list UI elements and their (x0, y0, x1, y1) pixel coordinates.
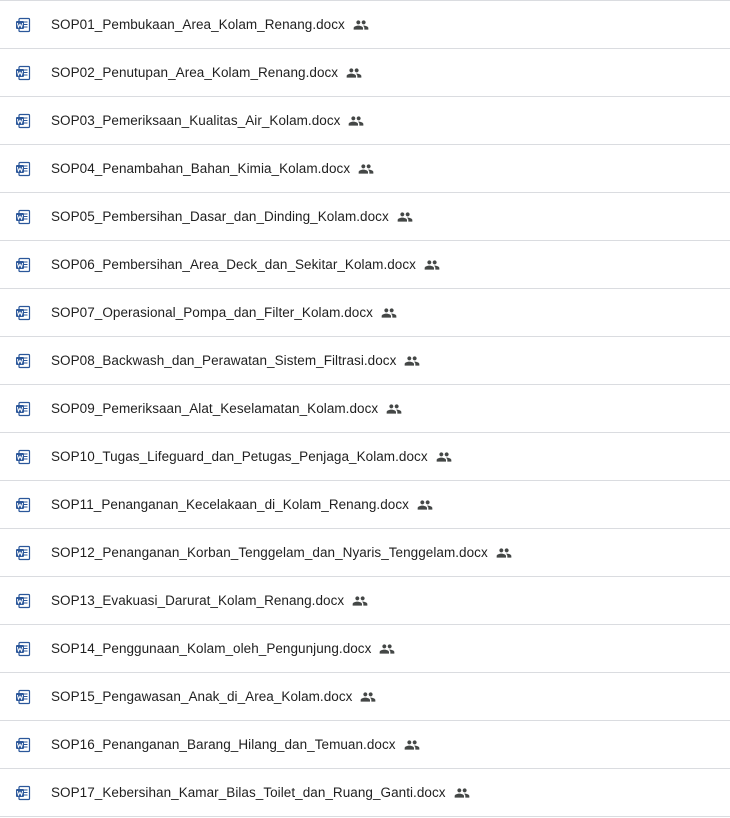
file-name: SOP02_Penutupan_Area_Kolam_Renang.docx (51, 65, 339, 80)
file-name: SOP15_Pengawasan_Anak_di_Area_Kolam.docx (51, 689, 353, 704)
word-doc-icon (16, 449, 31, 464)
file-row-07[interactable]: SOP07_Operasional_Pompa_dan_Filter_Kolam… (0, 289, 730, 337)
file-name: SOP17_Kebersihan_Kamar_Bilas_Toilet_dan_… (51, 785, 446, 800)
file-row-10[interactable]: SOP10_Tugas_Lifeguard_dan_Petugas_Penjag… (0, 433, 730, 481)
file-row-16[interactable]: SOP16_Penanganan_Barang_Hilang_dan_Temua… (0, 721, 730, 769)
file-row-06[interactable]: SOP06_Pembersihan_Area_Deck_dan_Sekitar_… (0, 241, 730, 289)
word-doc-icon (16, 353, 31, 368)
file-name: SOP06_Pembersihan_Area_Deck_dan_Sekitar_… (51, 257, 416, 272)
shared-people-icon (349, 115, 364, 126)
shared-people-icon (417, 499, 433, 510)
word-doc-icon (16, 257, 31, 272)
file-name: SOP11_Penanganan_Kecelakaan_di_Kolam_Ren… (51, 497, 409, 512)
file-name: SOP03_Pemeriksaan_Kualitas_Air_Kolam.doc… (51, 113, 341, 128)
word-doc-icon (16, 161, 31, 176)
file-name: SOP08_Backwash_dan_Perawatan_Sistem_Filt… (51, 353, 397, 368)
word-doc-icon (16, 113, 31, 128)
word-doc-icon (16, 737, 31, 752)
file-row-02[interactable]: SOP02_Penutupan_Area_Kolam_Renang.docx (0, 49, 730, 97)
file-list: SOP01_Pembukaan_Area_Kolam_Renang.docx S… (0, 0, 730, 818)
file-row-15[interactable]: SOP15_Pengawasan_Anak_di_Area_Kolam.docx (0, 673, 730, 721)
shared-people-icon (352, 595, 368, 606)
shared-people-icon (454, 787, 469, 798)
word-doc-icon (16, 305, 31, 320)
shared-people-icon (358, 163, 374, 174)
word-doc-icon (16, 689, 31, 704)
shared-people-icon (397, 211, 413, 222)
file-row-11[interactable]: SOP11_Penanganan_Kecelakaan_di_Kolam_Ren… (0, 481, 730, 529)
file-name: SOP04_Penambahan_Bahan_Kimia_Kolam.docx (51, 161, 351, 176)
shared-people-icon (353, 19, 369, 30)
shared-people-icon (361, 691, 376, 702)
shared-people-icon (424, 259, 440, 270)
file-name: SOP01_Pembukaan_Area_Kolam_Renang.docx (51, 17, 345, 32)
word-doc-icon (16, 785, 31, 800)
file-row-17[interactable]: SOP17_Kebersihan_Kamar_Bilas_Toilet_dan_… (0, 769, 730, 817)
file-row-04[interactable]: SOP04_Penambahan_Bahan_Kimia_Kolam.docx (0, 145, 730, 193)
shared-people-icon (381, 307, 397, 318)
file-name: SOP14_Penggunaan_Kolam_oleh_Pengunjung.d… (51, 641, 372, 656)
file-name: SOP13_Evakuasi_Darurat_Kolam_Renang.docx (51, 593, 345, 608)
file-row-03[interactable]: SOP03_Pemeriksaan_Kualitas_Air_Kolam.doc… (0, 97, 730, 145)
word-doc-icon (16, 209, 31, 224)
shared-people-icon (346, 67, 362, 78)
file-row-14[interactable]: SOP14_Penggunaan_Kolam_oleh_Pengunjung.d… (0, 625, 730, 673)
file-name: SOP07_Operasional_Pompa_dan_Filter_Kolam… (51, 305, 373, 320)
shared-people-icon (386, 403, 402, 414)
shared-people-icon (496, 547, 512, 558)
file-row-08[interactable]: SOP08_Backwash_dan_Perawatan_Sistem_Filt… (0, 337, 730, 385)
file-row-13[interactable]: SOP13_Evakuasi_Darurat_Kolam_Renang.docx (0, 577, 730, 625)
file-name: SOP09_Pemeriksaan_Alat_Keselamatan_Kolam… (51, 401, 379, 416)
word-doc-icon (16, 497, 31, 512)
shared-people-icon (405, 355, 420, 366)
file-row-09[interactable]: SOP09_Pemeriksaan_Alat_Keselamatan_Kolam… (0, 385, 730, 433)
word-doc-icon (16, 65, 31, 80)
file-name: SOP16_Penanganan_Barang_Hilang_dan_Temua… (51, 737, 396, 752)
word-doc-icon (16, 545, 31, 560)
word-doc-icon (16, 641, 31, 656)
shared-people-icon (436, 451, 451, 462)
file-row-05[interactable]: SOP05_Pembersihan_Dasar_dan_Dinding_Kola… (0, 193, 730, 241)
file-name: SOP12_Penanganan_Korban_Tenggelam_dan_Ny… (51, 545, 488, 560)
file-row-12[interactable]: SOP12_Penanganan_Korban_Tenggelam_dan_Ny… (0, 529, 730, 577)
file-row-01[interactable]: SOP01_Pembukaan_Area_Kolam_Renang.docx (0, 1, 730, 49)
file-name: SOP10_Tugas_Lifeguard_dan_Petugas_Penjag… (51, 449, 428, 464)
file-name: SOP05_Pembersihan_Dasar_dan_Dinding_Kola… (51, 209, 389, 224)
word-doc-icon (16, 17, 31, 32)
shared-people-icon (404, 739, 419, 750)
word-doc-icon (16, 401, 31, 416)
shared-people-icon (380, 643, 395, 654)
word-doc-icon (16, 593, 31, 608)
